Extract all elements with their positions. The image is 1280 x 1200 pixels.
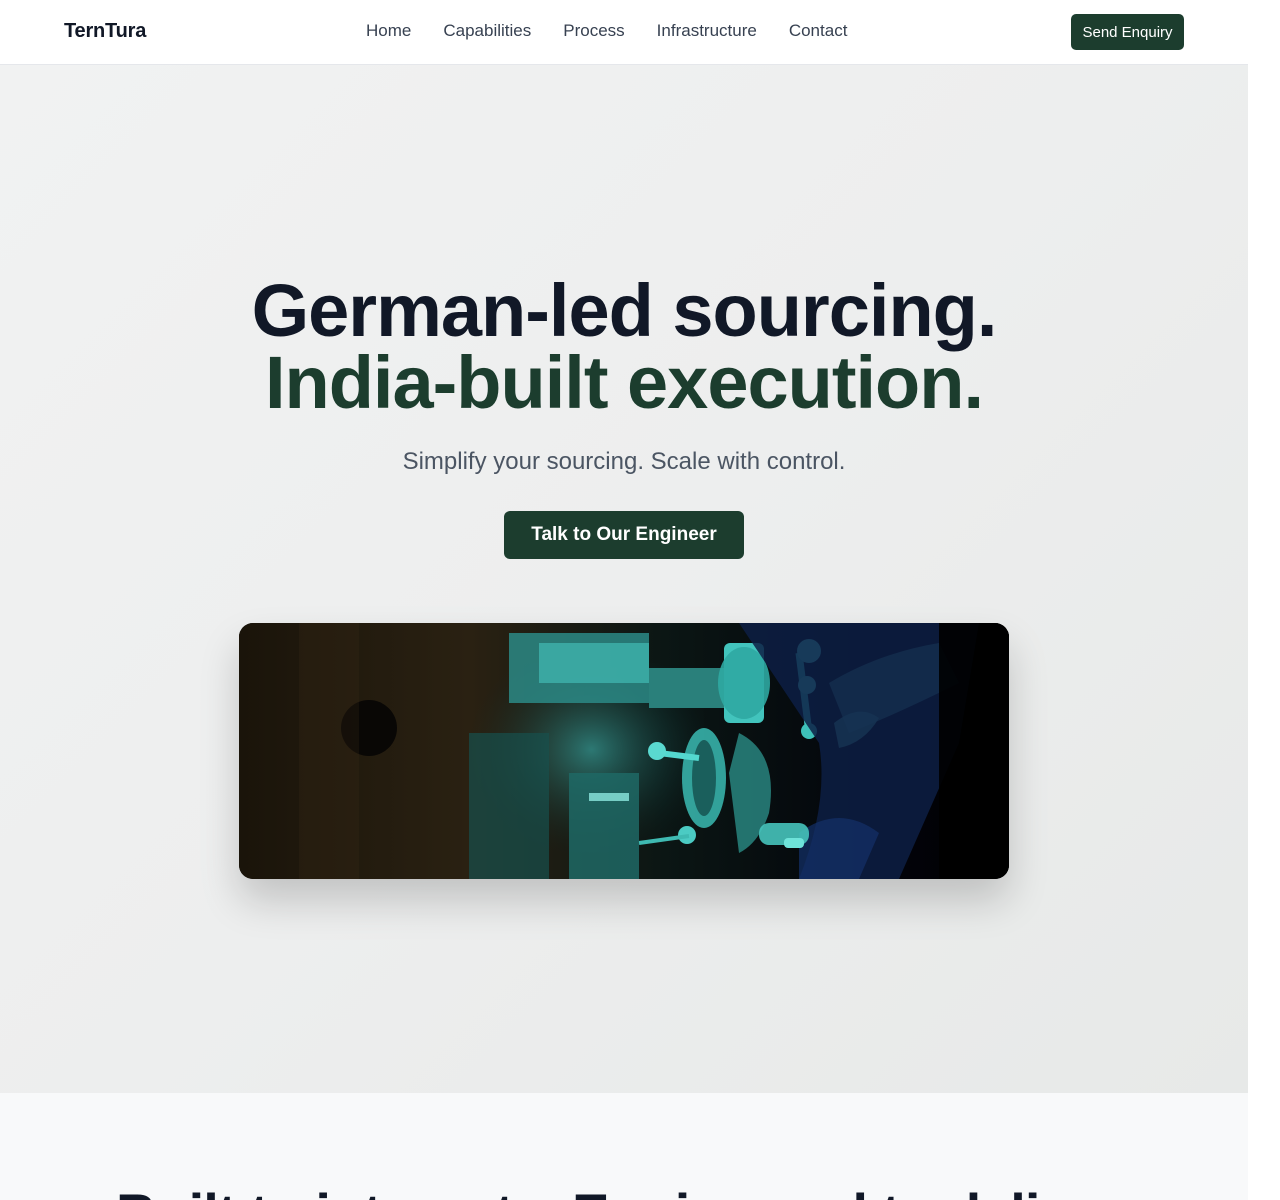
nav-infrastructure[interactable]: Infrastructure xyxy=(657,21,757,41)
talk-to-engineer-button[interactable]: Talk to Our Engineer xyxy=(504,511,744,559)
hero-headline: German-led sourcing. India-built executi… xyxy=(0,269,1248,424)
headline-line-1: German-led sourcing. xyxy=(251,269,998,352)
main-nav: Home Capabilities Process Infrastructure… xyxy=(366,21,847,41)
logo[interactable]: TernTura xyxy=(64,20,146,43)
section-title: Built to integrate. Engineered to delive… xyxy=(0,1181,1248,1200)
nav-home[interactable]: Home xyxy=(366,21,411,41)
headline-line-2: India-built execution. xyxy=(264,341,984,424)
hero-image xyxy=(239,623,1009,879)
send-enquiry-button[interactable]: Send Enquiry xyxy=(1071,14,1184,50)
hero-subtitle: Simplify your sourcing. Scale with contr… xyxy=(402,448,846,475)
site-header: TernTura Home Capabilities Process Infra… xyxy=(0,0,1248,65)
nav-capabilities[interactable]: Capabilities xyxy=(443,21,531,41)
hero-section: German-led sourcing. India-built executi… xyxy=(0,65,1248,1093)
integration-section: Built to integrate. Engineered to delive… xyxy=(0,1093,1248,1200)
nav-contact[interactable]: Contact xyxy=(789,21,848,41)
scrollbar[interactable] xyxy=(1248,0,1280,1200)
nav-process[interactable]: Process xyxy=(563,21,624,41)
page: TernTura Home Capabilities Process Infra… xyxy=(0,0,1248,1200)
